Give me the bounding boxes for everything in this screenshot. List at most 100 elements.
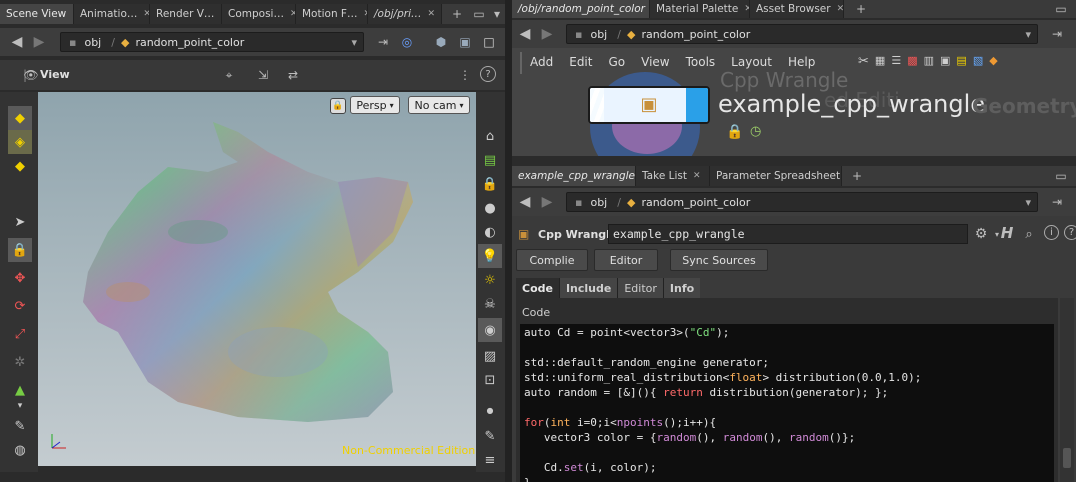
transform-tool-icon[interactable]: ⇄ [284, 66, 302, 84]
network-path-field[interactable]: ▪ obj / ◆ random_point_color ▾ [566, 24, 1038, 44]
menu-tools[interactable]: Tools [686, 55, 716, 69]
param-path-root[interactable]: obj [590, 196, 607, 209]
color-palette-icon[interactable]: ▩ [907, 54, 917, 69]
param-pin-icon[interactable]: ⇥ [1048, 193, 1066, 211]
tab-close-icon[interactable]: ✕ [837, 4, 843, 14]
geometry-icon[interactable]: ⬢ [432, 33, 450, 51]
menu-go[interactable]: Go [608, 55, 625, 69]
headlight-icon[interactable]: 💡 [478, 244, 502, 268]
node-lock-icon[interactable]: 🔒 [726, 124, 743, 140]
dot-icon[interactable]: ● [478, 398, 502, 422]
param-back-icon[interactable]: ◀ [516, 193, 534, 211]
add-tab-icon[interactable]: + [448, 5, 466, 23]
scrollbar-thumb[interactable] [1063, 448, 1071, 468]
tab-left_tabs-0[interactable]: Scene View✕ [0, 4, 74, 24]
camera-menu[interactable]: No cam ▾ [408, 96, 470, 114]
persp-menu[interactable]: Persp ▾ [350, 96, 400, 114]
param-path-node[interactable]: random_point_color [641, 196, 750, 209]
view-tool-icon[interactable]: ⌖ [220, 66, 238, 84]
network-path-root[interactable]: obj [590, 28, 607, 41]
lighting-icon[interactable]: ☼ [478, 268, 502, 292]
scene-viewport[interactable]: 🔒 Persp ▾ No cam ▾ Non-Commercial Edition [38, 92, 476, 466]
network-path-dropdown-icon[interactable]: ▾ [1025, 28, 1031, 41]
help-h-icon[interactable]: H [998, 224, 1016, 242]
param-pane-maximize-icon[interactable]: ▭ [1052, 167, 1070, 185]
pin-icon[interactable]: ⇥ [374, 33, 392, 51]
pane-divider[interactable] [505, 0, 512, 482]
tab-left_tabs-3[interactable]: Composi…✕ [222, 4, 296, 24]
path-root[interactable]: obj [84, 36, 101, 49]
image-icon[interactable]: ▣ [940, 54, 950, 69]
tab-right_top_tabs-1[interactable]: Material Palette✕ [650, 0, 750, 18]
scale-tool-icon[interactable]: ⤢ [8, 322, 32, 346]
wrench-icon[interactable]: ✂ [858, 54, 869, 69]
param-path-field[interactable]: ▪ obj / ◆ random_point_color ▾ [566, 192, 1038, 212]
link-icon[interactable]: ◎ [398, 33, 416, 51]
tab-left_tabs-4[interactable]: Motion F…✕ [296, 4, 368, 24]
node-time-icon[interactable]: ◷ [750, 124, 761, 139]
translate-tool-icon[interactable]: ✥ [8, 266, 32, 290]
camera-view-icon[interactable]: ◉ [478, 318, 502, 342]
add-param-tab-icon[interactable]: + [848, 167, 866, 185]
lock-tool-icon[interactable]: 🔒 [8, 238, 32, 262]
tab-right_top_tabs-2[interactable]: Asset Browser ✕ [750, 0, 844, 18]
param-path-dropdown-icon[interactable]: ▾ [1025, 196, 1031, 209]
brush-display-icon[interactable]: ✎ [478, 424, 502, 448]
add-network-tab-icon[interactable]: + [852, 0, 870, 18]
tab-left_tabs-2[interactable]: Render V…✕ [150, 4, 222, 24]
menu-layout[interactable]: Layout [731, 55, 772, 69]
menu-edit[interactable]: Edit [569, 55, 592, 69]
display-lock-icon[interactable]: 🔒 [478, 172, 502, 196]
code-editor[interactable]: auto Cd = point<vector3>("Cd"); std::defa… [520, 324, 1054, 482]
param-help-icon[interactable]: ? [1064, 225, 1076, 240]
skull-icon[interactable]: ☠ [478, 292, 502, 316]
subnet-icon[interactable]: ◆ [989, 54, 997, 69]
display-options-icon[interactable]: ⋮ [456, 66, 474, 84]
layers-icon[interactable]: ≡ [478, 448, 502, 472]
path-dropdown-icon[interactable]: ▾ [351, 36, 357, 49]
light-bulb-icon[interactable]: ● [478, 196, 502, 220]
pane-menu-icon[interactable]: ▾ [488, 5, 506, 23]
compile-button[interactable]: Complie [516, 249, 588, 271]
tab-close-icon[interactable]: ✕ [143, 9, 149, 19]
list-icon[interactable]: ☰ [891, 54, 901, 69]
template-icon[interactable]: ▤ [478, 148, 502, 172]
subtab-info[interactable]: Info [663, 278, 701, 298]
menu-help[interactable]: Help [788, 55, 815, 69]
tab-left_tabs-1[interactable]: Animatio… ✕ [74, 4, 150, 24]
forward-arrow-icon[interactable]: ▶ [30, 33, 48, 51]
pointer-tool-icon[interactable]: ➤ [8, 210, 32, 234]
note-icon[interactable]: ▤ [956, 54, 966, 69]
param-forward-icon[interactable]: ▶ [538, 193, 556, 211]
info-icon[interactable]: i [1044, 225, 1059, 240]
help-icon[interactable]: ? [480, 66, 496, 82]
network-forward-icon[interactable]: ▶ [538, 25, 556, 43]
primitives-mode-icon[interactable]: ◆ [8, 154, 32, 178]
network-pin-icon[interactable]: ⇥ [1048, 25, 1066, 43]
sync-sources-button[interactable]: Sync Sources [670, 249, 768, 271]
tab-close-icon[interactable]: ✕ [693, 171, 701, 181]
param-scrollbar[interactable] [1060, 298, 1074, 482]
cpp-wrangle-node[interactable]: ▣ [588, 86, 710, 124]
tab-left_tabs-5[interactable]: /obj/pri… ✕ [368, 4, 442, 24]
tab-right_bottom_tabs-2[interactable]: Parameter Spreadsheet✕ [710, 166, 842, 186]
network-path-node[interactable]: random_point_color [641, 28, 750, 41]
tab-right_bottom_tabs-0[interactable]: example_cpp_wrangle✕ [512, 166, 636, 186]
grid-list-icon[interactable]: ▦ [875, 54, 885, 69]
snapshot-icon[interactable]: □ [480, 33, 498, 51]
scene-icon[interactable]: ▨ [478, 344, 502, 368]
left-path-field[interactable]: ▪ obj / ◆ random_point_color ▾ [60, 32, 364, 52]
handle-tool-icon[interactable]: ✲ [8, 350, 32, 374]
tab-right_top_tabs-0[interactable]: /obj/random_point_color✕ [512, 0, 650, 18]
menu-add[interactable]: Add [530, 55, 553, 69]
points-mode-icon[interactable]: ◈ [8, 130, 32, 154]
network-editor[interactable]: Add Edit Go View Tools Layout Help ✂ ▦ ☰ ▩ ▥ ▣… [512, 48, 1076, 156]
network-node-name[interactable]: example_cpp_wrangle [718, 90, 985, 118]
tree-icon[interactable]: ▥ [924, 54, 934, 69]
back-arrow-icon[interactable]: ◀ [8, 33, 26, 51]
rotate-tool-icon[interactable]: ⟳ [8, 294, 32, 318]
subtab-code[interactable]: Code [516, 278, 560, 298]
search-icon[interactable]: ⌕ [1020, 225, 1038, 243]
pane-maximize-icon[interactable]: ▭ [470, 5, 488, 23]
editor-button[interactable]: Editor [594, 249, 658, 271]
